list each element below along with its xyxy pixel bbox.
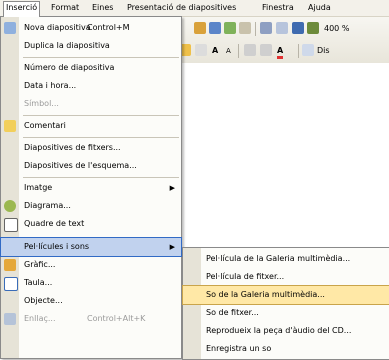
menu-item-date-time[interactable]: Data i hora...: [1, 77, 181, 95]
standard-toolbar: 400 %: [176, 19, 389, 39]
shortcut-label: Control+Alt+K: [87, 314, 146, 323]
menu-item-label: Taula...: [24, 278, 53, 287]
menu-slideshow[interactable]: Presentació de diapositives: [125, 2, 238, 14]
menu-item-chart[interactable]: Gràfic...: [1, 256, 181, 274]
increase-font-icon[interactable]: A: [212, 46, 218, 56]
menu-item-record-sound[interactable]: Enregistra un so: [183, 340, 389, 358]
menu-item-label: Nova diapositiva: [24, 23, 91, 32]
menu-item-object[interactable]: Objecte...: [1, 292, 181, 310]
menu-item-label: Data i hora...: [24, 81, 77, 90]
submenu-arrow-icon: ▶: [169, 184, 175, 192]
design-button[interactable]: Dis: [317, 46, 330, 56]
increase-indent-icon[interactable]: [260, 44, 272, 56]
menu-item-label: Diapositives de fitxers...: [24, 143, 121, 152]
menu-item-movie-from-gallery[interactable]: Pel·lícula de la Galeria multimèdia...: [183, 250, 389, 268]
menu-item-sound-from-file[interactable]: So de fitxer...: [183, 304, 389, 322]
toolbar: 400 % A A A Dis: [176, 17, 389, 63]
submenu-arrow-icon: ▶: [169, 243, 175, 251]
menu-item-label: Pel·lícula de fitxer...: [206, 272, 285, 281]
font-color-icon[interactable]: A: [277, 46, 284, 59]
menu-tools[interactable]: Eines: [90, 2, 115, 14]
grid-icon[interactable]: [292, 22, 304, 34]
menu-item-label: Gràfic...: [24, 260, 56, 269]
menu-item-label: Diagrama...: [24, 201, 71, 210]
formatting-toolbar: A A A Dis: [176, 41, 389, 61]
insert-chart-icon[interactable]: [194, 22, 206, 34]
toolbar-separator: [298, 44, 299, 58]
zoom-box[interactable]: 400 %: [324, 24, 349, 34]
align-icon[interactable]: [195, 44, 207, 56]
menu-item-label: Pel·lícules i sons: [24, 242, 90, 251]
insert-menu: Nova diapositiva Control+M Duplica la di…: [0, 16, 182, 359]
menu-item-label: Duplica la diapositiva: [24, 41, 110, 50]
menu-item-movies-and-sounds[interactable]: Pel·lícules i sons ▶: [0, 237, 182, 257]
insert-hyperlink-icon[interactable]: [239, 22, 251, 34]
menu-item-sound-from-gallery[interactable]: So de la Galeria multimèdia...: [182, 285, 389, 305]
menu-item-label: Símbol...: [24, 99, 59, 108]
text-box-icon: [4, 218, 18, 232]
menu-item-label: So de la Galeria multimèdia...: [206, 290, 325, 299]
diagram-icon: [4, 200, 16, 212]
menu-item-slides-from-outline[interactable]: Diapositives de l'esquema...: [1, 157, 181, 175]
decrease-font-icon[interactable]: A: [226, 46, 231, 56]
toolbar-separator: [255, 22, 256, 36]
insert-table-icon[interactable]: [209, 22, 221, 34]
menu-format[interactable]: Format: [49, 2, 81, 14]
menu-item-label: Diapositives de l'esquema...: [24, 161, 137, 170]
menu-bar: Inserció Format Eines Presentació de dia…: [0, 0, 389, 17]
menu-divider: [23, 57, 179, 58]
menu-divider: [23, 137, 179, 138]
menu-item-label: Enregistra un so: [206, 344, 272, 353]
menu-item-movie-from-file[interactable]: Pel·lícula de fitxer...: [183, 268, 389, 286]
expand-all-icon[interactable]: [260, 22, 272, 34]
menu-item-duplicate-slide[interactable]: Duplica la diapositiva: [1, 37, 181, 55]
movies-sounds-submenu: Pel·lícula de la Galeria multimèdia... P…: [182, 247, 389, 360]
comment-icon: [4, 120, 16, 132]
menu-item-label: Enllaç...: [24, 314, 56, 323]
menu-item-picture[interactable]: Imatge ▶: [1, 179, 181, 197]
menu-item-label: So de fitxer...: [206, 308, 259, 317]
design-icon[interactable]: [302, 44, 314, 56]
show-formatting-icon[interactable]: [276, 22, 288, 34]
toolbar-separator: [238, 44, 239, 58]
hyperlink-icon: [4, 313, 16, 325]
menu-item-play-cd-audio[interactable]: Reprodueix la peça d'àudio del CD...: [183, 322, 389, 340]
menu-item-comment[interactable]: Comentari: [1, 117, 181, 135]
menu-divider: [23, 177, 179, 178]
menu-insert[interactable]: Inserció: [3, 1, 41, 17]
menu-item-hyperlink[interactable]: Enllaç... Control+Alt+K: [1, 310, 181, 328]
menu-divider: [23, 115, 179, 116]
menu-item-label: Número de diapositiva: [24, 63, 115, 72]
new-slide-icon: [4, 22, 16, 34]
menu-item-label: Comentari: [24, 121, 66, 130]
menu-item-label: Pel·lícula de la Galeria multimèdia...: [206, 254, 351, 263]
menu-item-slide-number[interactable]: Número de diapositiva: [1, 59, 181, 77]
menu-window[interactable]: Finestra: [260, 2, 296, 14]
menu-item-label: Quadre de text: [24, 219, 85, 228]
menu-item-slides-from-files[interactable]: Diapositives de fitxers...: [1, 139, 181, 157]
menu-item-label: Reprodueix la peça d'àudio del CD...: [206, 326, 352, 335]
menu-item-text-box[interactable]: Quadre de text: [1, 215, 181, 233]
menu-item-label: Objecte...: [24, 296, 63, 305]
menu-item-symbol[interactable]: Símbol...: [1, 95, 181, 113]
menu-item-diagram[interactable]: Diagrama...: [1, 197, 181, 215]
table-icon: [4, 277, 18, 291]
insert-picture-icon[interactable]: [224, 22, 236, 34]
menu-help[interactable]: Ajuda: [306, 2, 333, 14]
menu-item-new-slide[interactable]: Nova diapositiva Control+M: [1, 19, 181, 37]
decrease-indent-icon[interactable]: [244, 44, 256, 56]
menu-item-table[interactable]: Taula...: [1, 274, 181, 292]
menu-item-label: Imatge: [24, 183, 53, 192]
shortcut-label: Control+M: [87, 23, 130, 32]
color-grayscale-icon[interactable]: [307, 22, 319, 34]
chart-icon: [4, 259, 16, 271]
